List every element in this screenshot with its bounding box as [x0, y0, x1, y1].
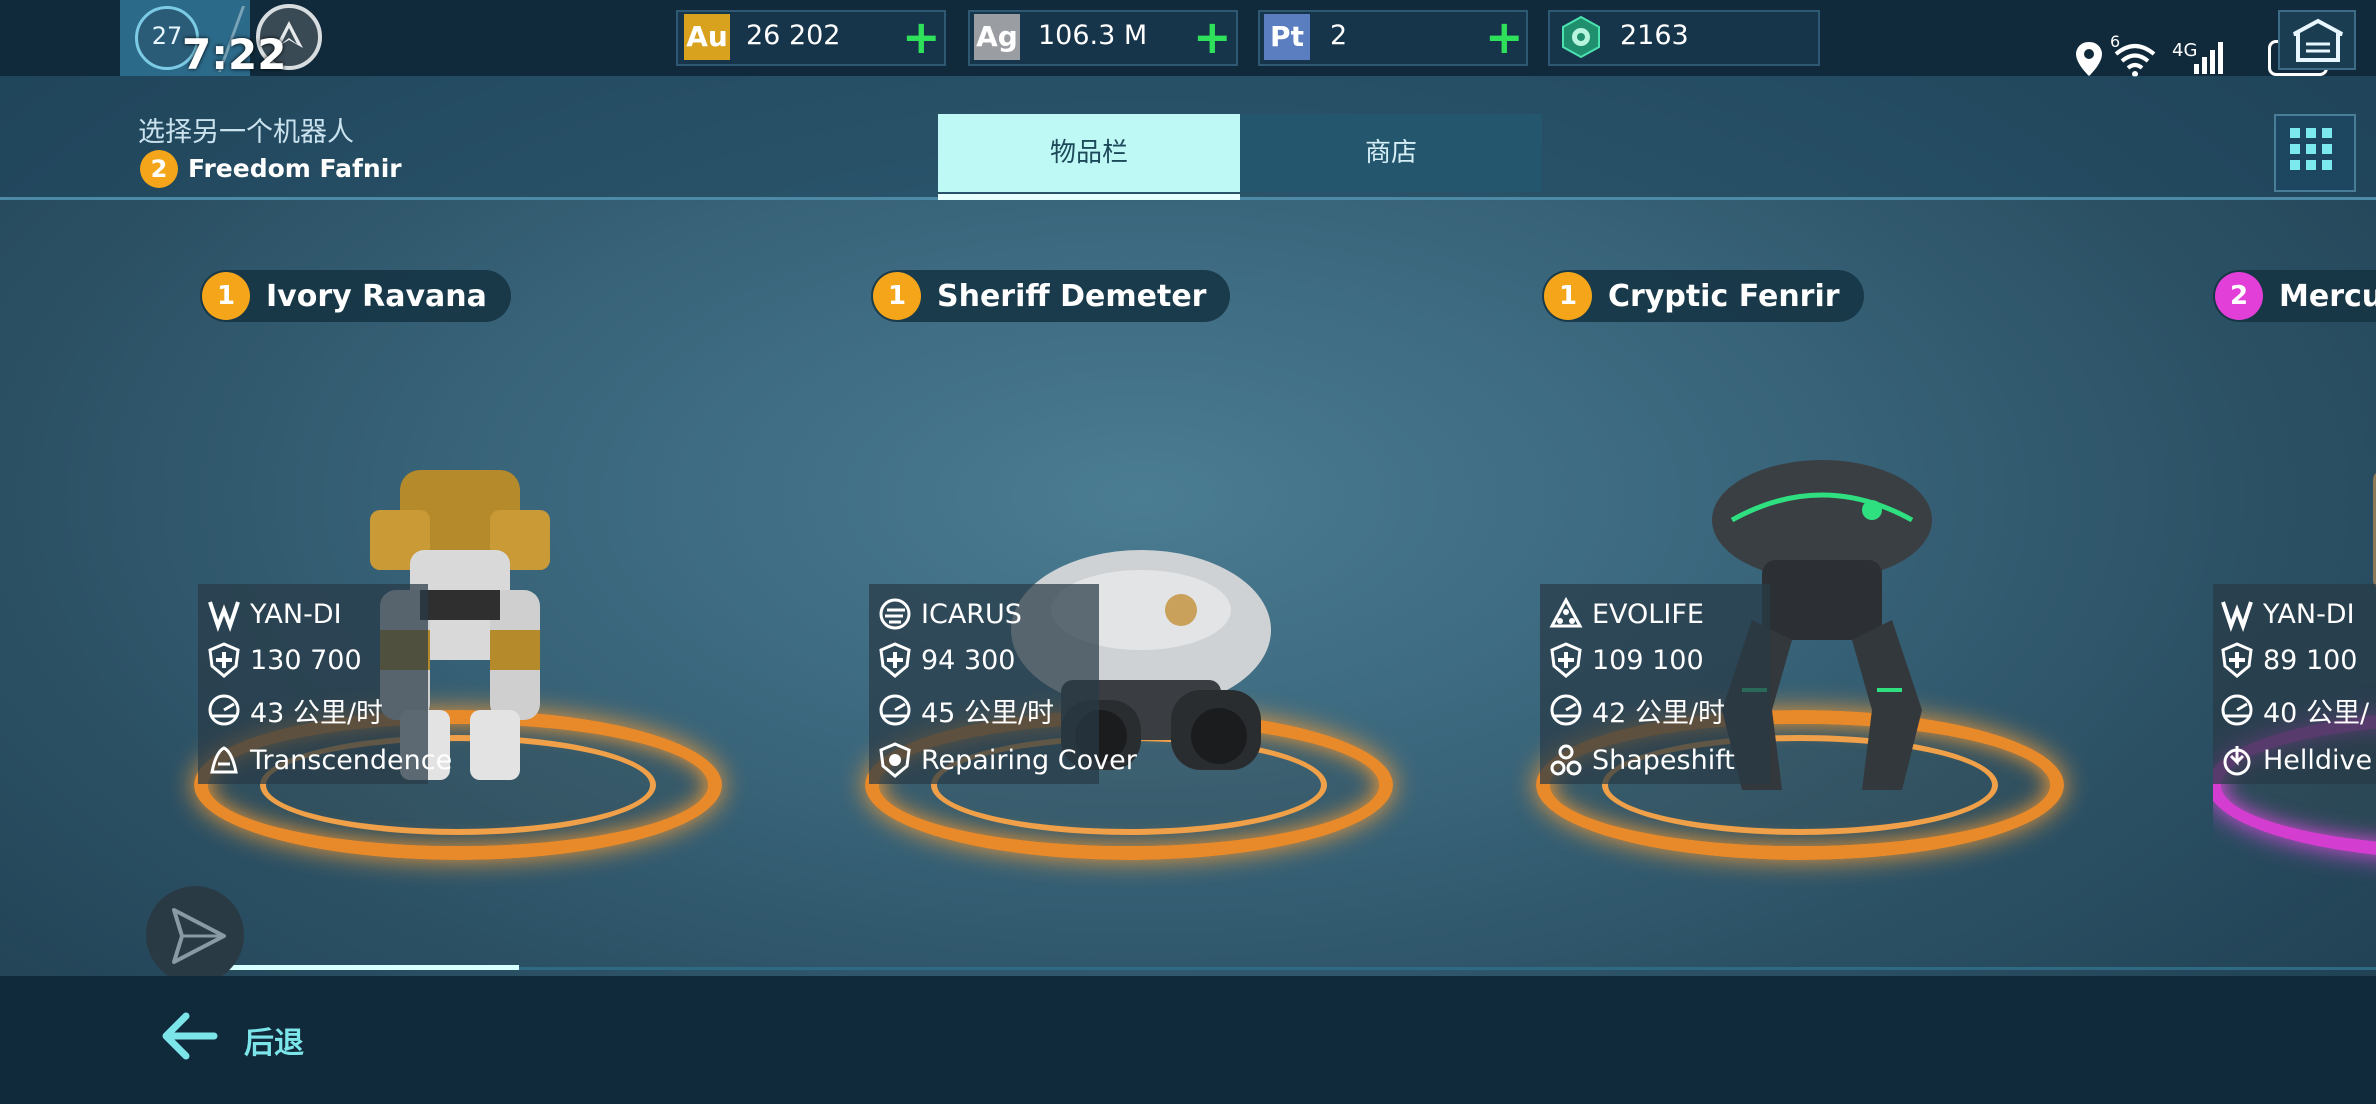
health-shield-icon	[879, 642, 911, 678]
yan-di-logo-icon	[208, 601, 240, 632]
speedometer-icon	[879, 694, 911, 726]
gold-icon: Au	[684, 14, 730, 60]
speedometer-icon	[208, 694, 240, 726]
repairing-cover-ability-icon	[879, 742, 911, 778]
back-button[interactable]: 后退	[244, 1018, 304, 1062]
robot-name: Ivory Ravana	[266, 278, 487, 314]
ability-name: Helldive	[2263, 744, 2373, 776]
ability-row: Repairing Cover	[877, 740, 1137, 780]
grid-view-button[interactable]	[2274, 114, 2356, 192]
robot-tier: 2	[2215, 272, 2263, 320]
robot-stats-panel: ICARUS 94 300 45 公里/时 Repairing Cover	[869, 584, 1137, 784]
ability-name: Transcendence	[250, 744, 453, 776]
manufacturer-row: ICARUS	[877, 594, 1022, 634]
add-gold-button[interactable]: +	[902, 12, 941, 62]
robot-card[interactable]: 1 Ivory Ravana YAN-DI 130 700 43 公里/时 Tr…	[194, 270, 722, 910]
current-robot-name: Freedom Fafnir	[188, 154, 402, 183]
back-arrow-icon[interactable]	[160, 1010, 218, 1062]
manufacturer-row: YAN-DI	[2219, 594, 2355, 634]
status-time: 7:22	[182, 30, 287, 79]
health-shield-icon	[208, 642, 240, 678]
manufacturer: YAN-DI	[2263, 598, 2355, 630]
speed-value: 45 公里/时	[921, 697, 1055, 729]
select-another-robot-label[interactable]: 选择另一个机器人	[138, 110, 354, 149]
gold-amount: 26 202	[746, 20, 841, 51]
robot-stats-panel: YAN-DI 130 700 43 公里/时 Transcendence	[198, 584, 452, 784]
active-tab-indicator	[938, 194, 1240, 200]
robot-name: Mercur	[2279, 278, 2376, 314]
hangar-icon	[2293, 18, 2343, 62]
health-value: 109 100	[1592, 644, 1704, 676]
ability-row: Shapeshift	[1548, 740, 1735, 780]
tab-inventory[interactable]: 物品栏	[938, 114, 1240, 192]
robot-card[interactable]: 2 Mercur YAN-DI 89 100 40 公里/ Helldive	[2213, 270, 2376, 910]
silver-amount: 106.3 M	[1038, 20, 1148, 51]
robot-name-pill: 1 Cryptic Fenrir	[1542, 270, 1864, 322]
speed-value: 40 公里/	[2263, 697, 2370, 729]
yan-di-logo-icon	[2221, 601, 2253, 632]
speed-row: 42 公里/时	[1548, 690, 1725, 730]
robot-tier: 1	[202, 272, 250, 320]
health-value: 130 700	[250, 644, 362, 676]
ability-row: Helldive	[2219, 740, 2372, 780]
signal-icon	[2194, 42, 2223, 74]
manufacturer-row: YAN-DI	[206, 594, 342, 634]
speed-value: 42 公里/时	[1592, 697, 1726, 729]
shapeshift-ability-icon	[1550, 744, 1582, 776]
transcendence-ability-icon	[210, 746, 238, 774]
robot-name: Sheriff Demeter	[937, 278, 1207, 314]
icarus-logo-icon	[879, 598, 911, 630]
health-row: 89 100	[2219, 640, 2357, 680]
robot-card[interactable]: 1 Sheriff Demeter ICARUS 94 300 45 公里/时 …	[865, 270, 1393, 910]
robot-tier: 1	[1544, 272, 1592, 320]
platinum-icon: Pt	[1264, 14, 1310, 60]
robot-name-pill: 1 Ivory Ravana	[200, 270, 511, 322]
helldive-ability-icon	[2223, 746, 2251, 776]
add-platinum-button[interactable]: +	[1485, 12, 1524, 62]
health-row: 109 100	[1548, 640, 1704, 680]
footer-bar	[0, 976, 2376, 1104]
silver-icon: Ag	[974, 14, 1020, 60]
manufacturer: ICARUS	[921, 598, 1022, 630]
manufacturer: YAN-DI	[250, 598, 342, 630]
health-shield-icon	[1550, 642, 1582, 678]
robot-stats-panel: EVOLIFE 109 100 42 公里/时 Shapeshift	[1540, 584, 1770, 784]
manufacturer: EVOLIFE	[1592, 598, 1704, 630]
health-value: 94 300	[921, 644, 1016, 676]
wifi-label: 6	[2110, 32, 2121, 51]
speedometer-icon	[1550, 694, 1582, 726]
token-amount: 2163	[1620, 20, 1689, 51]
add-silver-button[interactable]: +	[1193, 12, 1232, 62]
robot-tier: 1	[873, 272, 921, 320]
health-row: 94 300	[877, 640, 1015, 680]
location-icon	[2076, 42, 2102, 76]
tab-shop[interactable]: 商店	[1240, 114, 1542, 192]
robot-card[interactable]: 1 Cryptic Fenrir EVOLIFE 109 100 42 公里/时…	[1536, 270, 2064, 910]
current-robot-tier: 2	[140, 150, 178, 188]
health-row: 130 700	[206, 640, 362, 680]
robot-name-pill: 1 Sheriff Demeter	[871, 270, 1231, 322]
robot-name: Cryptic Fenrir	[1608, 278, 1840, 314]
robot-name-pill: 2 Mercur	[2213, 270, 2376, 322]
evolife-logo-icon	[1549, 596, 1583, 628]
speedometer-icon	[2221, 694, 2253, 726]
ability-row: Transcendence	[206, 740, 452, 780]
manufacturer-row: EVOLIFE	[1548, 594, 1704, 634]
health-shield-icon	[2221, 642, 2253, 678]
platinum-amount: 2	[1330, 20, 1348, 51]
speed-row: 40 公里/	[2219, 690, 2369, 730]
send-arrow-icon	[172, 908, 226, 964]
health-value: 89 100	[2263, 644, 2358, 676]
ability-name: Repairing Cover	[921, 744, 1137, 776]
robot-stats-panel: YAN-DI 89 100 40 公里/ Helldive	[2213, 584, 2376, 784]
speed-row: 45 公里/时	[877, 690, 1054, 730]
ability-name: Shapeshift	[1592, 744, 1735, 776]
token-hex-icon	[1562, 15, 1600, 59]
speed-row: 43 公里/时	[206, 690, 383, 730]
speed-value: 43 公里/时	[250, 697, 384, 729]
robot-card-clip: 2 Mercur YAN-DI 89 100 40 公里/ Helldive	[2213, 270, 2376, 910]
